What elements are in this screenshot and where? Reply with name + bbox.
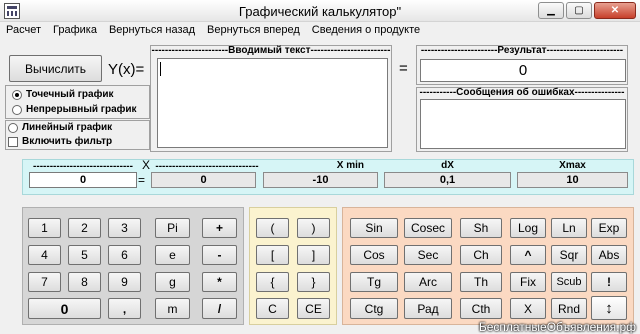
key-sin[interactable]: Sin bbox=[350, 218, 398, 238]
radio-continuous-graph[interactable]: Непрерывный график bbox=[12, 104, 137, 115]
xmin-dashes: ------------------------------- bbox=[155, 161, 259, 172]
errors-field bbox=[420, 99, 626, 149]
key-minus[interactable]: - bbox=[202, 245, 237, 265]
key-cos[interactable]: Cos bbox=[350, 245, 398, 265]
key-1[interactable]: 1 bbox=[28, 218, 61, 238]
menu-bar: Расчет Графика Вернуться назад Вернуться… bbox=[0, 22, 640, 38]
key-9[interactable]: 9 bbox=[108, 272, 141, 292]
x-result-field: 0 bbox=[151, 172, 256, 188]
x-label: X bbox=[142, 158, 151, 172]
x-dashes: ------------------------------ bbox=[33, 161, 133, 172]
checkbox-icon bbox=[8, 136, 18, 147]
calculate-button[interactable]: Вычислить bbox=[9, 55, 102, 82]
expression-input[interactable] bbox=[157, 58, 388, 148]
key-comma[interactable]: , bbox=[108, 298, 141, 319]
key-power[interactable]: ^ bbox=[510, 245, 546, 265]
menu-back[interactable]: Вернуться назад bbox=[109, 22, 195, 38]
key-abs[interactable]: Abs bbox=[591, 245, 627, 265]
title-bar: Графический калькулятор" ▁ ▢ ✕ bbox=[0, 0, 640, 22]
key-7[interactable]: 7 bbox=[28, 272, 61, 292]
key-4[interactable]: 4 bbox=[28, 245, 61, 265]
key-bracket-right[interactable]: ] bbox=[297, 245, 330, 265]
key-divide[interactable]: / bbox=[202, 298, 237, 319]
key-brace-left[interactable]: { bbox=[256, 272, 289, 292]
key-rad[interactable]: Рад bbox=[404, 298, 452, 319]
arrows-icon[interactable]: ↕ bbox=[591, 296, 627, 320]
key-clear[interactable]: C bbox=[256, 298, 289, 319]
key-plus[interactable]: + bbox=[202, 218, 237, 238]
key-sqr[interactable]: Sqr bbox=[551, 245, 587, 265]
key-tg[interactable]: Tg bbox=[350, 272, 398, 292]
key-3[interactable]: 3 bbox=[108, 218, 141, 238]
key-2[interactable]: 2 bbox=[68, 218, 101, 238]
key-scub[interactable]: Scub bbox=[551, 272, 587, 292]
key-fix[interactable]: Fix bbox=[510, 272, 546, 292]
errors-title: -----------Сообщения об ошибках---------… bbox=[419, 87, 625, 98]
key-log[interactable]: Log bbox=[510, 218, 546, 238]
result-title: -----------------------Результат--------… bbox=[420, 45, 624, 56]
radio-icon bbox=[8, 122, 18, 133]
key-arc[interactable]: Arc bbox=[404, 272, 452, 292]
xmin-input[interactable]: -10 bbox=[263, 172, 378, 188]
key-th[interactable]: Th bbox=[460, 272, 502, 292]
key-sh[interactable]: Sh bbox=[460, 218, 502, 238]
key-brace-right[interactable]: } bbox=[297, 272, 330, 292]
key-0[interactable]: 0 bbox=[28, 298, 101, 319]
key-paren-right[interactable]: ) bbox=[297, 218, 330, 238]
key-multiply[interactable]: * bbox=[202, 272, 237, 292]
watermark: БесплатныеОбъявления.рф bbox=[478, 320, 636, 334]
maximize-button[interactable]: ▢ bbox=[566, 2, 592, 19]
key-ln[interactable]: Ln bbox=[551, 218, 587, 238]
key-6[interactable]: 6 bbox=[108, 245, 141, 265]
xmin-label: X min bbox=[336, 160, 364, 171]
key-cosec[interactable]: Cosec bbox=[404, 218, 452, 238]
x-input[interactable]: 0 bbox=[29, 172, 137, 188]
result-field: 0 bbox=[420, 59, 626, 82]
dx-label: dX bbox=[441, 160, 454, 171]
key-e[interactable]: e bbox=[155, 245, 190, 265]
minimize-button[interactable]: ▁ bbox=[538, 2, 564, 19]
key-exp[interactable]: Exp bbox=[591, 218, 627, 238]
key-sec[interactable]: Sec bbox=[404, 245, 452, 265]
key-rnd[interactable]: Rnd bbox=[551, 298, 587, 319]
key-ch[interactable]: Ch bbox=[460, 245, 502, 265]
radio-point-graph[interactable]: Точечный график bbox=[12, 89, 114, 100]
key-bracket-left[interactable]: [ bbox=[256, 245, 289, 265]
key-factorial[interactable]: ! bbox=[591, 272, 627, 292]
x-equals: = bbox=[138, 173, 146, 187]
key-cth[interactable]: Cth bbox=[460, 298, 502, 319]
key-paren-left[interactable]: ( bbox=[256, 218, 289, 238]
menu-forward[interactable]: Вернуться вперед bbox=[207, 22, 300, 38]
checkbox-filter[interactable]: Включить фильтр bbox=[8, 136, 112, 147]
key-x[interactable]: X bbox=[510, 298, 546, 319]
key-m[interactable]: m bbox=[155, 298, 190, 319]
key-ctg[interactable]: Ctg bbox=[350, 298, 398, 319]
input-title: -----------------------Вводимый текст---… bbox=[151, 45, 391, 56]
xmax-label: Xmax bbox=[559, 160, 586, 171]
key-pi[interactable]: Pi bbox=[155, 218, 190, 238]
key-8[interactable]: 8 bbox=[68, 272, 101, 292]
close-button[interactable]: ✕ bbox=[594, 2, 636, 19]
radio-selected-icon bbox=[12, 89, 22, 100]
yx-label: Y(x)= bbox=[108, 61, 145, 78]
dx-input[interactable]: 0,1 bbox=[384, 172, 511, 188]
xmax-input[interactable]: 10 bbox=[517, 172, 628, 188]
radio-linear-graph[interactable]: Линейный график bbox=[8, 122, 112, 133]
equals-label: = bbox=[399, 60, 408, 77]
menu-graphics[interactable]: Графика bbox=[53, 22, 97, 38]
menu-calc[interactable]: Расчет bbox=[6, 22, 41, 38]
key-clear-entry[interactable]: CE bbox=[297, 298, 330, 319]
menu-about[interactable]: Сведения о продукте bbox=[312, 22, 420, 38]
key-g[interactable]: g bbox=[155, 272, 190, 292]
radio-icon bbox=[12, 104, 22, 115]
key-5[interactable]: 5 bbox=[68, 245, 101, 265]
